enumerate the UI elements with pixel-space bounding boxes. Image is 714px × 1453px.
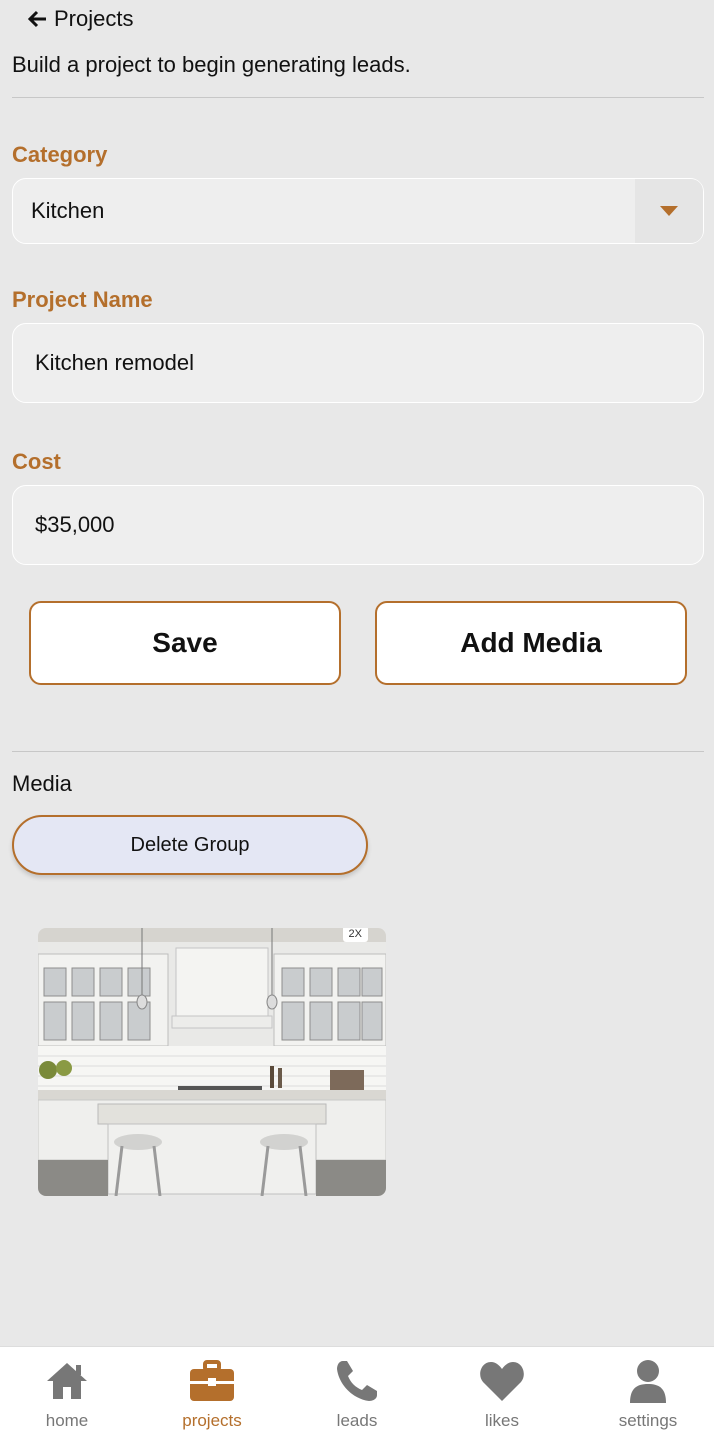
delete-group-button[interactable]: Delete Group (12, 815, 368, 875)
page-subtitle: Build a project to begin generating lead… (12, 52, 411, 77)
tab-settings[interactable]: settings (588, 1357, 708, 1431)
category-select[interactable]: Kitchen (12, 178, 704, 244)
chevron-down-icon[interactable] (635, 179, 703, 243)
home-icon (47, 1363, 87, 1399)
user-icon (630, 1360, 666, 1403)
back-link-label: Projects (54, 6, 134, 31)
add-media-button[interactable]: Add Media (375, 601, 687, 685)
cost-label: Cost (12, 449, 61, 474)
arrow-left-icon (28, 10, 46, 28)
tab-projects[interactable]: projects (152, 1357, 272, 1431)
tab-settings-label: settings (618, 1411, 678, 1430)
tab-leads-label: leads (336, 1411, 378, 1430)
category-label: Category (12, 142, 108, 167)
phone-icon (337, 1361, 377, 1401)
tab-likes[interactable]: likes (442, 1357, 562, 1431)
cost-input[interactable]: $35,000 (12, 485, 704, 565)
project-name-label: Project Name (12, 287, 153, 312)
cost-value: $35,000 (35, 512, 115, 537)
project-name-value: Kitchen remodel (35, 350, 194, 375)
bottom-tab-bar: home projects leads likes settings (0, 1346, 714, 1453)
tab-home[interactable]: home (7, 1357, 127, 1431)
save-button[interactable]: Save (29, 601, 341, 685)
tab-likes-label: likes (484, 1411, 519, 1430)
kitchen-photo (38, 928, 386, 1196)
tab-projects-label: projects (182, 1411, 242, 1430)
briefcase-icon (190, 1360, 234, 1401)
back-link[interactable]: Projects (28, 6, 133, 32)
tab-leads[interactable]: leads (297, 1357, 417, 1431)
zoom-badge: 2X (342, 928, 368, 942)
media-title: Media (12, 771, 72, 796)
tab-home-label: home (45, 1411, 89, 1430)
media-thumbnail[interactable]: 2X (38, 928, 386, 1196)
project-name-input[interactable]: Kitchen remodel (12, 323, 704, 403)
divider (12, 751, 704, 752)
divider (12, 97, 704, 98)
heart-icon (480, 1362, 524, 1401)
category-value: Kitchen (31, 198, 105, 223)
